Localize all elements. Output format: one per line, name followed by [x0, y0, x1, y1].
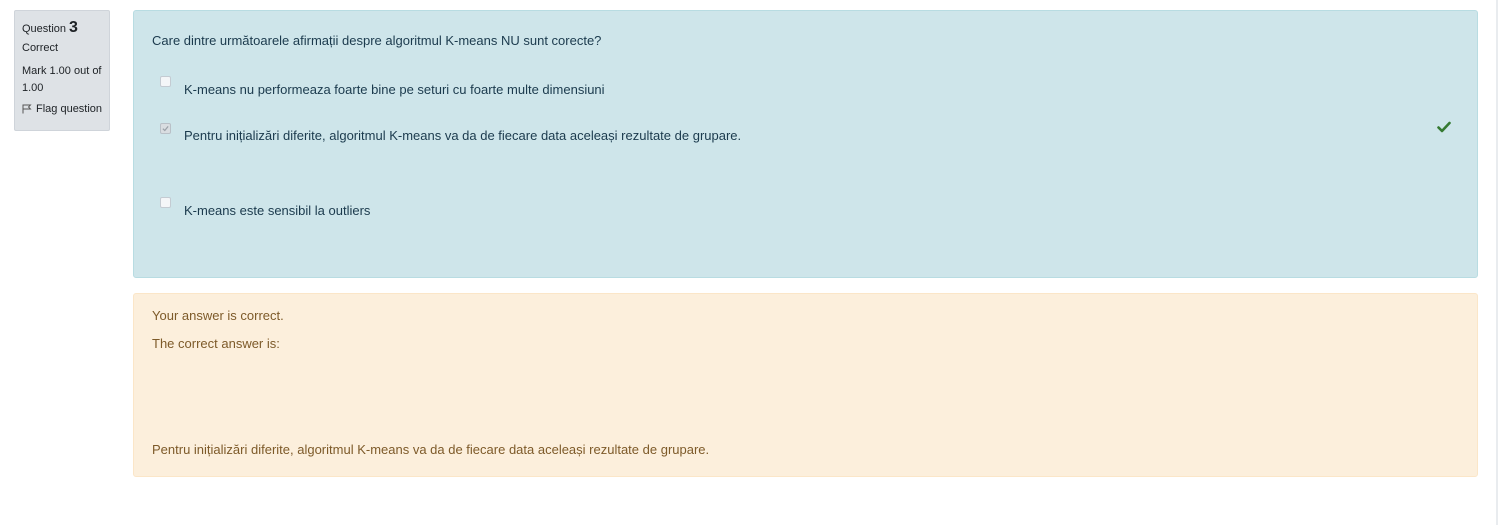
question-text: Care dintre următoarele afirmații despre…: [152, 33, 602, 48]
question-number: 3: [69, 19, 78, 36]
answer-label[interactable]: Pentru inițializări diferite, algoritmul…: [184, 128, 741, 143]
answer-checkbox-checked[interactable]: [160, 123, 171, 134]
answer-option[interactable]: K-means este sensibil la outliers: [134, 195, 1477, 225]
correct-check-icon: [1437, 121, 1451, 133]
right-answer-text: Pentru inițializări diferite, algoritmul…: [152, 442, 710, 457]
question-label: Question: [22, 23, 67, 35]
question-state: Correct: [22, 42, 59, 54]
question-formulation: Care dintre următoarele afirmații despre…: [133, 10, 1478, 278]
right-answer-label: The correct answer is:: [152, 336, 280, 351]
answer-checkbox[interactable]: [160, 197, 171, 208]
question-number-line: Question 3: [22, 19, 109, 37]
flag-question-link[interactable]: Flag question: [22, 103, 109, 115]
flag-question-label: Flag question: [36, 103, 103, 115]
answer-label[interactable]: K-means nu performeaza foarte bine pe se…: [184, 82, 605, 97]
answer-option[interactable]: K-means nu performeaza foarte bine pe se…: [134, 74, 1477, 104]
general-feedback: Your answer is correct.: [152, 308, 284, 323]
question-feedback: Your answer is correct. The correct answ…: [133, 293, 1478, 477]
answer-label[interactable]: K-means este sensibil la outliers: [184, 203, 370, 218]
answer-option[interactable]: Pentru inițializări diferite, algoritmul…: [134, 121, 1477, 151]
question-grade: Mark 1.00 out of 1.00: [22, 65, 102, 94]
flag-icon: [22, 104, 32, 114]
checkmark-icon: [162, 126, 169, 132]
answer-checkbox[interactable]: [160, 76, 171, 87]
question-info-panel: Question 3 Correct Mark 1.00 out of 1.00…: [14, 10, 110, 131]
